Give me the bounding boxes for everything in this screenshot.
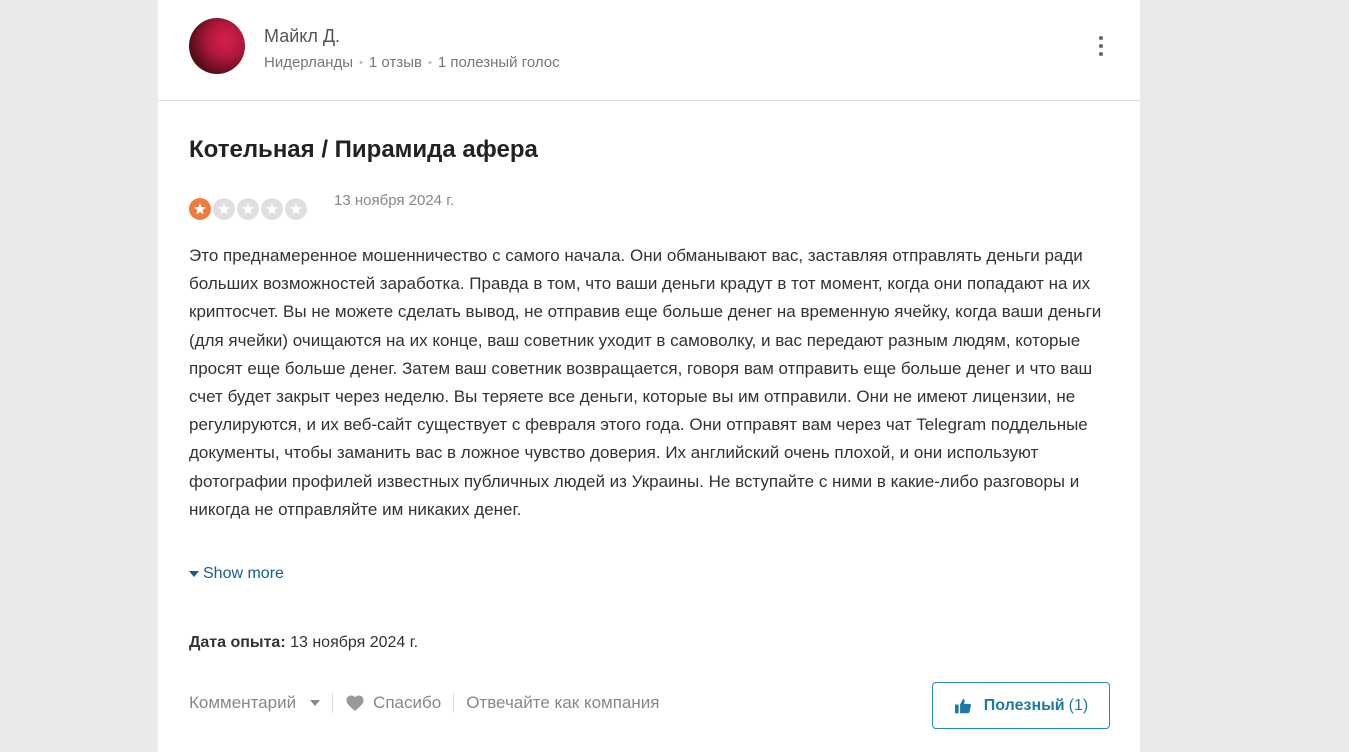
review-header: Майкл Д. Нидерланды • 1 отзыв • 1 полезный г… — [158, 0, 1140, 101]
comment-label: Комментарий — [189, 693, 297, 712]
star-filled-icon — [189, 198, 211, 220]
caret-down-icon — [189, 571, 199, 577]
chevron-down-icon — [310, 700, 321, 706]
show-more-link[interactable]: Show more — [189, 565, 284, 583]
star-empty-icon — [261, 198, 283, 220]
review-title[interactable]: Котельная / Пирамида афера — [189, 136, 538, 164]
review-date: 13 ноября 2024 г. — [334, 192, 454, 209]
heart-icon — [346, 695, 364, 712]
helpful-label: Полезный — [983, 696, 1065, 714]
more-options-icon[interactable] — [1094, 36, 1108, 56]
star-rating — [189, 198, 307, 220]
star-empty-icon — [237, 198, 259, 220]
helpful-count: (1) — [1068, 696, 1089, 714]
review-card: Майкл Д. Нидерланды • 1 отзыв • 1 полезный г… — [158, 0, 1140, 752]
review-actions: Комментарий Спасибо Отвечайте как компан… — [189, 690, 659, 716]
thumbs-up-icon — [954, 698, 971, 713]
thanks-label: Спасибо — [373, 693, 442, 712]
comment-button[interactable]: Комментарий — [189, 693, 321, 713]
experience-date: Дата опыта: 13 ноября 2024 г. — [189, 634, 418, 652]
author-helpful-votes: 1 полезный голос — [437, 54, 560, 71]
star-empty-icon — [285, 198, 307, 220]
thanks-button[interactable]: Спасибо — [345, 693, 441, 713]
experience-value: 13 ноября 2024 г. — [290, 634, 419, 651]
experience-label: Дата опыта: — [189, 634, 286, 651]
separator-dot: • — [427, 57, 432, 69]
separator-dot: • — [359, 57, 363, 69]
helpful-button[interactable]: Полезный (1) — [932, 682, 1110, 729]
star-empty-icon — [213, 198, 235, 220]
author-name[interactable]: Майкл Д. — [264, 26, 340, 47]
divider — [453, 693, 455, 713]
author-review-count: 1 отзыв — [368, 54, 422, 71]
author-country: Нидерланды — [264, 54, 354, 71]
review-text: Это преднамеренное мошенничество с самог… — [189, 246, 1102, 519]
avatar[interactable] — [189, 18, 245, 74]
reply-as-company-button[interactable]: Отвечайте как компания — [466, 693, 659, 713]
show-more-label: Show more — [203, 565, 284, 582]
reply-as-company-label: Отвечайте как компания — [466, 693, 660, 712]
author-meta: Нидерланды • 1 отзыв • 1 полезный голос — [264, 54, 560, 71]
divider — [332, 693, 334, 713]
